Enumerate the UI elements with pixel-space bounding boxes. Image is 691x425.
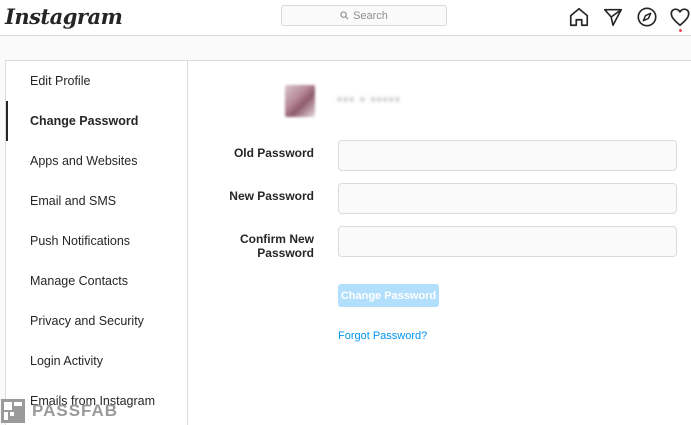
new-password-label: New Password — [229, 189, 314, 203]
sidebar-item-edit-profile[interactable]: Edit Profile — [6, 61, 188, 101]
settings-panel: Edit Profile Change Password Apps and We… — [5, 60, 691, 425]
confirm-password-label-line1: Confirm New — [239, 232, 314, 246]
instagram-logo[interactable]: Instagram — [5, 4, 123, 29]
explore-icon[interactable] — [636, 6, 658, 28]
activity-indicator-dot — [679, 29, 682, 32]
old-password-label: Old Password — [233, 146, 314, 160]
change-password-form: *** * ***** Old Password New Password Co… — [189, 61, 691, 425]
search-box[interactable]: Search — [281, 5, 447, 26]
sidebar-item-label: Login Activity — [30, 354, 103, 368]
sidebar-item-login-activity[interactable]: Login Activity — [6, 341, 188, 381]
passfab-logo-icon — [0, 398, 26, 424]
settings-sidebar: Edit Profile Change Password Apps and We… — [6, 61, 188, 425]
sidebar-item-push-notifications[interactable]: Push Notifications — [6, 221, 188, 261]
direct-message-icon[interactable] — [602, 6, 624, 28]
sidebar-item-apps-and-websites[interactable]: Apps and Websites — [6, 141, 188, 181]
change-password-button[interactable]: Change Password — [338, 284, 439, 307]
confirm-password-field[interactable] — [338, 226, 677, 257]
new-password-field[interactable] — [338, 183, 677, 214]
search-placeholder: Search — [353, 9, 388, 22]
sidebar-item-label: Push Notifications — [30, 234, 131, 248]
sidebar-item-label: Email and SMS — [30, 194, 117, 208]
sidebar-item-label: Apps and Websites — [30, 154, 138, 168]
sidebar-item-label: Change Password — [30, 114, 139, 128]
confirm-password-label: Confirm New Password — [240, 232, 314, 260]
forgot-password-link[interactable]: Forgot Password? — [338, 330, 427, 342]
profile-username: *** * ***** — [337, 94, 401, 109]
confirm-password-label-line2: Password — [257, 246, 314, 260]
sidebar-item-change-password[interactable]: Change Password — [6, 101, 188, 141]
top-navigation-bar: Instagram Search — [0, 0, 691, 36]
search-icon — [340, 11, 349, 20]
sidebar-item-label: Manage Contacts — [30, 274, 128, 288]
old-password-field[interactable] — [338, 140, 677, 171]
sidebar-item-privacy-and-security[interactable]: Privacy and Security — [6, 301, 188, 341]
avatar — [285, 85, 315, 117]
sidebar-item-manage-contacts[interactable]: Manage Contacts — [6, 261, 188, 301]
sidebar-item-label: Privacy and Security — [30, 314, 144, 328]
sidebar-item-email-and-sms[interactable]: Email and SMS — [6, 181, 188, 221]
watermark-text: PASSFAB — [32, 401, 119, 420]
passfab-watermark: PASSFAB — [0, 397, 118, 425]
activity-heart-icon[interactable] — [669, 6, 691, 28]
home-icon[interactable] — [568, 6, 590, 28]
sidebar-item-label: Edit Profile — [30, 74, 91, 88]
